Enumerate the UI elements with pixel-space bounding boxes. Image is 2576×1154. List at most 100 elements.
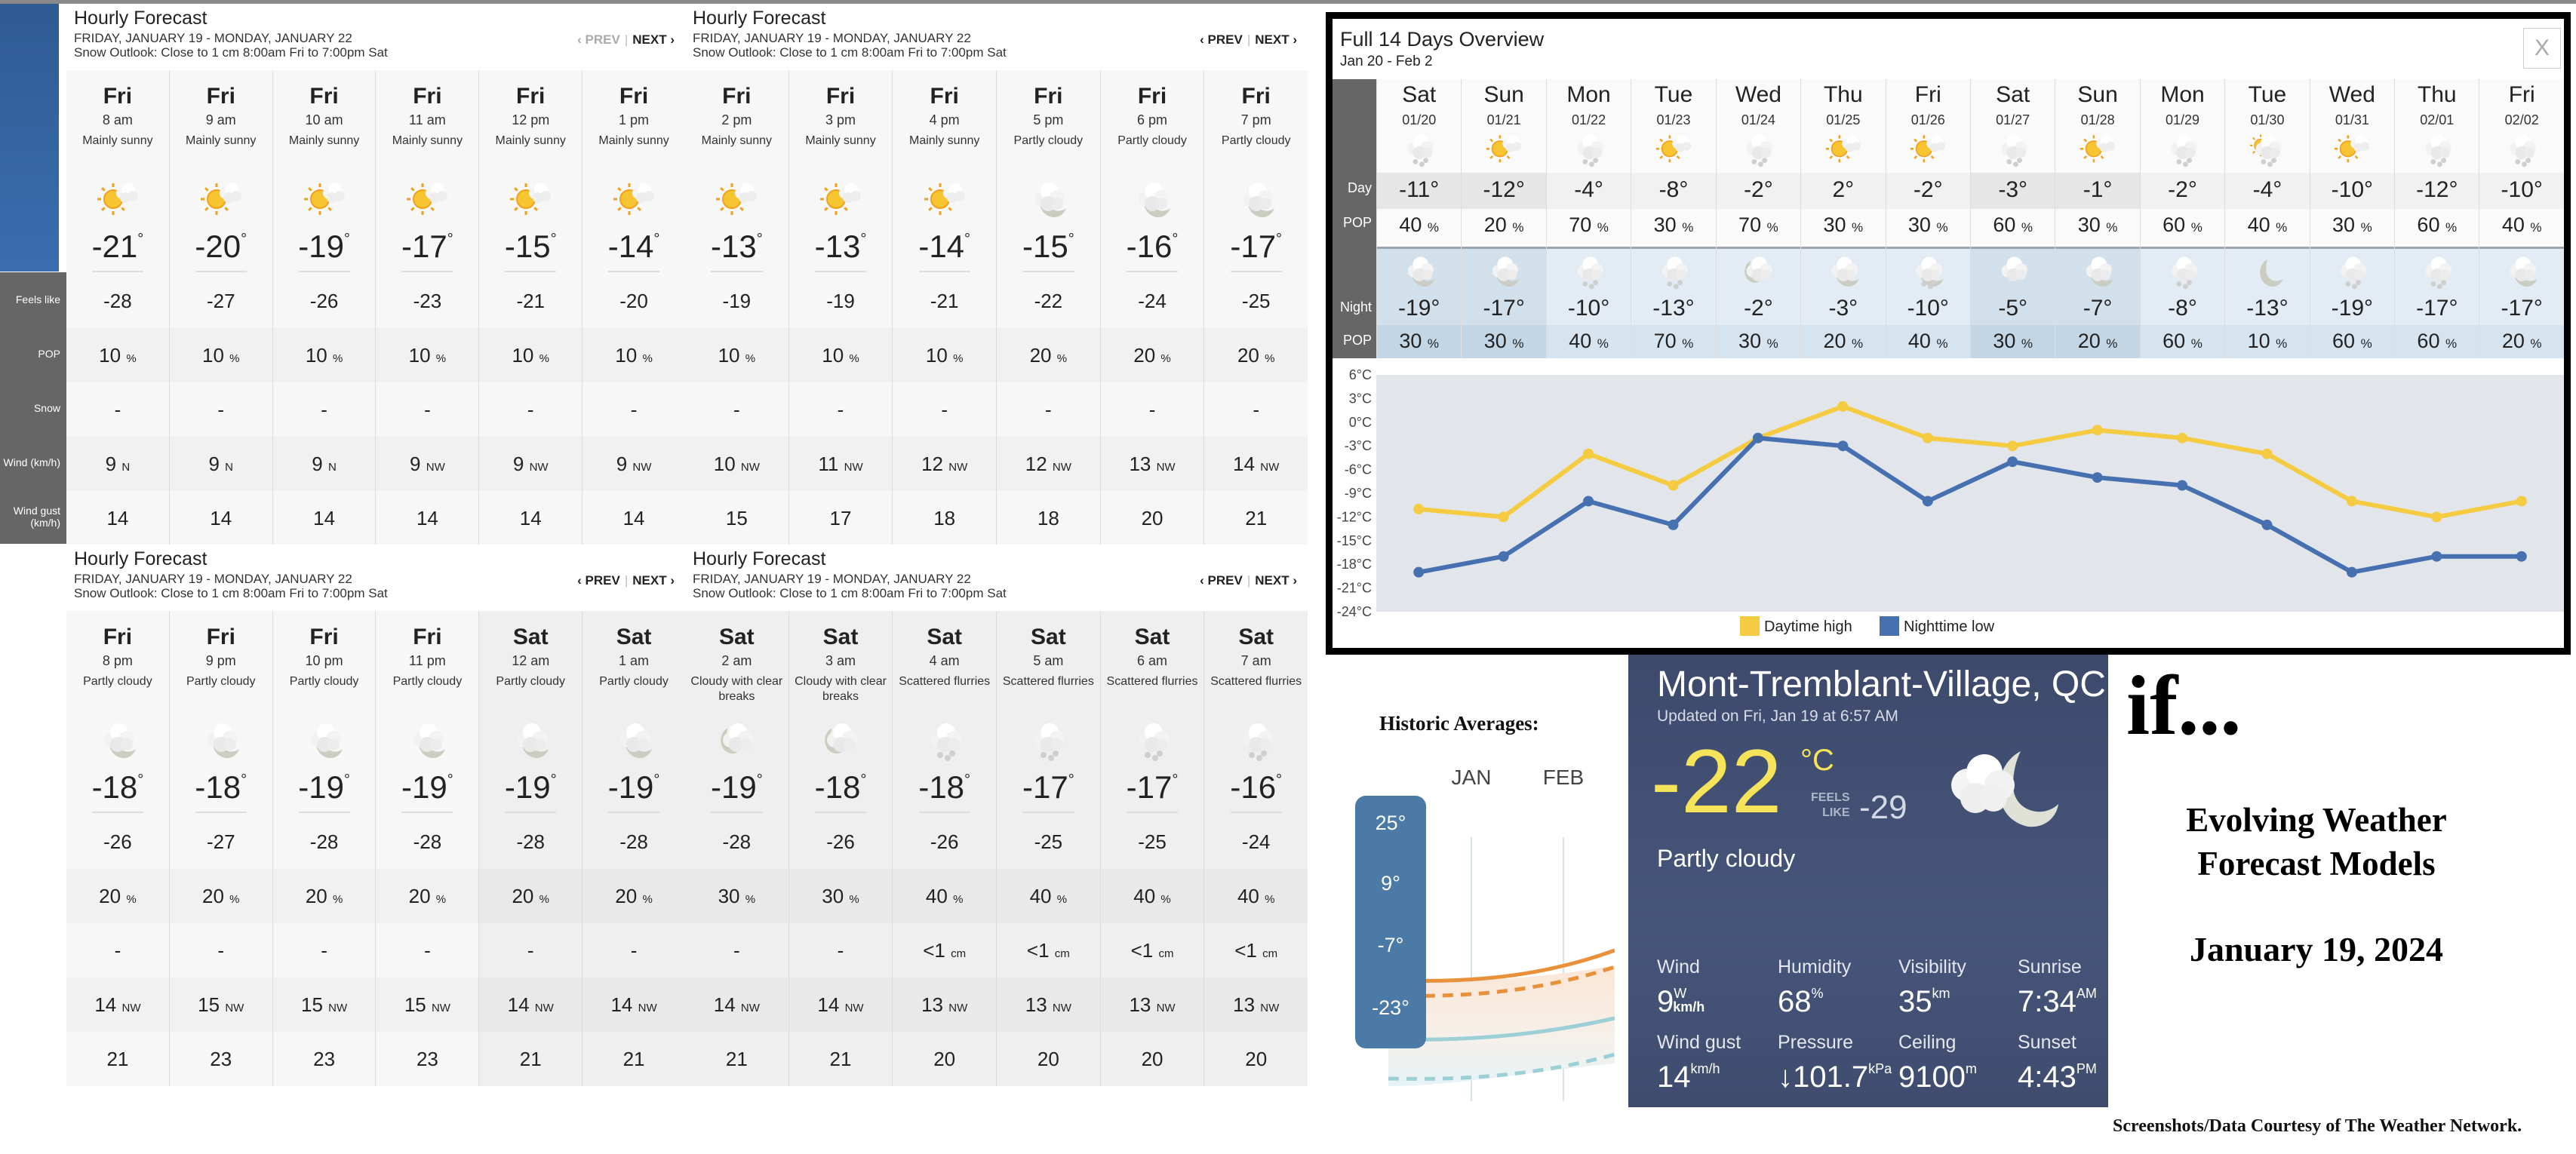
- data-point: [1583, 448, 1594, 459]
- overview-day-column[interactable]: Wed 01/24 -2° 70 % -2° 30 %: [1715, 79, 1801, 358]
- temp-value: -18: [91, 769, 138, 805]
- overview-day-column[interactable]: Sun 01/21 -12° 20 % -17° 30 %: [1461, 79, 1546, 358]
- data-point: [2516, 551, 2527, 562]
- pop-value: 10: [615, 344, 638, 367]
- stat-sunset: Sunset 4:43PM: [2018, 1032, 2097, 1092]
- degree-symbol: °: [241, 772, 247, 788]
- snow-cell: -: [893, 382, 996, 437]
- overview-day-column[interactable]: Fri 02/02 -10° 40 % -17° 20 %: [2479, 79, 2564, 358]
- day-high: -10°: [2331, 177, 2374, 202]
- snow-cloud-icon: [2334, 254, 2370, 290]
- overview-day-column[interactable]: Thu 01/25 2° 30 % -3° 20 %: [1800, 79, 1886, 358]
- prev-button[interactable]: ‹ PREV: [577, 573, 620, 588]
- hourly-row-labels: Feels like POP Snow Wind (km/h) Wind gust (k…: [0, 272, 66, 544]
- overview-day-column[interactable]: Wed 01/31 -10° 30 % -19° 60 %: [2309, 79, 2395, 358]
- overview-day-column[interactable]: Sun 01/28 -1° 30 % -7° 20 %: [2055, 79, 2140, 358]
- pop-unit: %: [849, 352, 859, 365]
- hour-condition: Scattered flurries: [899, 675, 991, 688]
- pop-cell: 10 %: [479, 328, 582, 382]
- moon-cloudy-icon: [1740, 254, 1776, 290]
- feels-like-cell: -25: [1034, 830, 1063, 853]
- hour-day: Sat: [616, 625, 652, 649]
- hour-time: 12 am: [512, 653, 550, 668]
- hourly-grid: Fri 8 am Mainly sunny -21° -28 10 % -9 N 14 Fri 9…: [66, 70, 685, 545]
- headline: Evolving Weather Forecast Models: [2166, 798, 2467, 885]
- hour-condition: Partly cloudy: [496, 675, 566, 688]
- hour-day: Sat: [718, 625, 755, 649]
- wind-speed: 14: [610, 993, 633, 1016]
- panel-header: Hourly Forecast FRIDAY, JANUARY 19 - MOND…: [66, 4, 685, 69]
- overview-day-column[interactable]: Tue 01/30 -4° 40 % -13° 10 %: [2224, 79, 2310, 358]
- overview-weekday: Sat: [1996, 82, 2030, 107]
- hour-condition: Mainly sunny: [908, 134, 980, 147]
- temp-value: -13: [814, 229, 861, 264]
- hour-column: Fri 4 pm Mainly sunny -14° -21 10 % - 12 NW 18: [892, 70, 997, 545]
- wind-speed: 15: [404, 993, 426, 1016]
- temp-value: -18: [918, 769, 965, 805]
- overview-day-column[interactable]: Thu 02/01 -12° 60 % -17° 60 %: [2394, 79, 2479, 358]
- pop-value: 20: [2501, 330, 2525, 352]
- hour-day: Fri: [1137, 84, 1167, 109]
- pop-value: 30: [1483, 330, 1507, 352]
- prev-button[interactable]: ‹ PREV: [1200, 573, 1243, 588]
- pop-value: 10: [718, 344, 740, 367]
- next-button[interactable]: NEXT ›: [632, 573, 675, 588]
- overview-weekday: Fri: [2508, 82, 2535, 107]
- close-button[interactable]: X: [2523, 28, 2561, 69]
- degree-symbol: °: [1172, 772, 1179, 788]
- hour-temperature: -18°: [66, 769, 169, 806]
- hour-summary: Sat 12 am Partly cloudy -19°: [479, 611, 582, 815]
- overview-day-column[interactable]: Fri 01/26 -2° 30 % -10° 40 %: [1885, 79, 1970, 358]
- hour-column: Fri 6 pm Partly cloudy -16° -24 20 % - 13 NW 20: [1099, 70, 1204, 545]
- wind-speed: 12: [921, 453, 944, 475]
- day-pop: 40 %: [2479, 213, 2563, 237]
- degree-symbol: °: [1068, 231, 1074, 247]
- overview-day-column[interactable]: Sat 01/27 -3° 60 % -5° 30 %: [1969, 79, 2055, 358]
- overview-day-column[interactable]: Tue 01/23 -8° 30 % -13° 70 %: [1631, 79, 1716, 358]
- divider: [91, 271, 143, 272]
- pager: ‹ PREV | NEXT ›: [1200, 32, 1297, 48]
- cloud-icon: [1995, 254, 2031, 290]
- overview-day-column[interactable]: Mon 01/22 -4° 70 % -10° 40 %: [1545, 79, 1631, 358]
- overview-day-column[interactable]: Sat 01/20 -11° 40 % -19° 30 %: [1376, 79, 1462, 358]
- snow-cell: -: [685, 923, 788, 978]
- snow-cloud-icon: [2419, 254, 2455, 290]
- hour-column: Sat 12 am Partly cloudy -19° -28 20 % - 14 NW 21: [478, 611, 583, 1086]
- wind-cell: 9 N: [273, 437, 376, 491]
- next-button[interactable]: NEXT ›: [1255, 573, 1297, 588]
- pop-value: 30: [2077, 213, 2101, 236]
- data-point: [1922, 432, 1933, 443]
- prev-button[interactable]: ‹ PREV: [577, 32, 620, 47]
- wind-cell: 10 NW: [685, 437, 788, 491]
- snow-cloud-icon: [924, 720, 966, 763]
- snow-value: <1: [1130, 939, 1154, 962]
- moon-icon: [2249, 254, 2286, 290]
- moon-snow-icon: [1910, 254, 1946, 290]
- scale-label: 9°: [1381, 872, 1400, 895]
- next-button[interactable]: NEXT ›: [1255, 32, 1297, 47]
- hour-summary: Sat 3 am Cloudy with clear breaks -18°: [789, 611, 893, 815]
- hour-column: Fri 2 pm Mainly sunny -13° -19 10 % - 10 NW 15: [685, 70, 788, 545]
- hour-column: Fri 1 pm Mainly sunny -14° -20 10 % - 9 NW 14: [582, 70, 685, 545]
- data-point: [1922, 496, 1933, 507]
- overview-day-column[interactable]: Mon 01/29 -2° 60 % -8° 60 %: [2139, 79, 2225, 358]
- pop-unit: %: [332, 893, 343, 906]
- moon-cloud-icon: [2504, 254, 2540, 290]
- moon-cloudy-icon: [715, 720, 758, 763]
- wind-gust-cell: 18: [1037, 507, 1059, 529]
- pop-unit: %: [2360, 336, 2372, 351]
- wind-direction: NW: [1156, 1002, 1176, 1014]
- unit: km: [1932, 986, 1950, 1001]
- snow-value: -: [424, 398, 431, 421]
- temp-value: -17: [1126, 769, 1173, 805]
- wind-gust-cell: 21: [1245, 507, 1268, 529]
- wind-direction: N: [225, 461, 234, 474]
- hour-condition: Mainly sunny: [805, 134, 876, 147]
- snow-outlook: Snow Outlook: Close to 1 cm 8:00am Fri t…: [693, 586, 1007, 600]
- prev-button[interactable]: ‹ PREV: [1200, 32, 1243, 47]
- next-button[interactable]: NEXT ›: [632, 32, 675, 47]
- pop-unit: %: [539, 893, 549, 906]
- wind-cell: 12 NW: [893, 437, 996, 491]
- feels-like-cell: -19: [722, 290, 752, 312]
- hour-day: Sat: [1238, 625, 1274, 649]
